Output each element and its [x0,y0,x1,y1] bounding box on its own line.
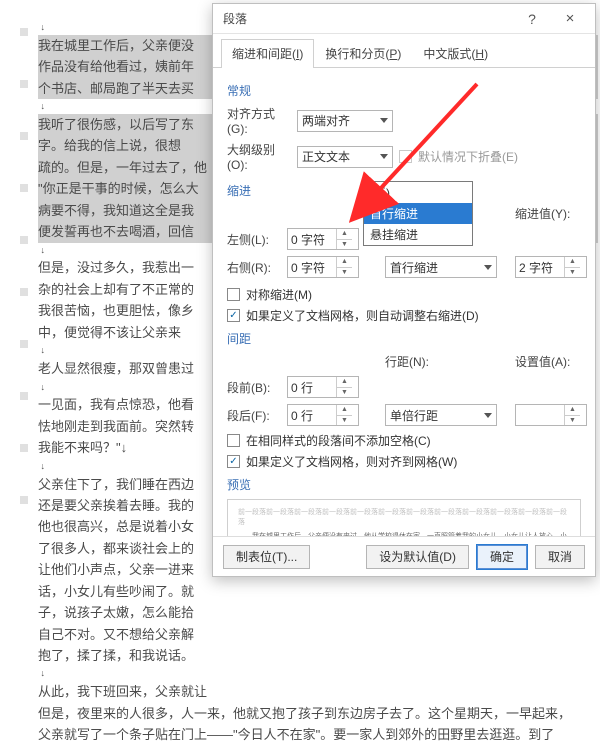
left-indent-label: 左侧(L): [227,231,283,248]
indent-by-input[interactable]: ▲▼ [515,256,587,278]
spinner-icon[interactable]: ▲▼ [336,229,352,249]
spinner-icon[interactable]: ▲▼ [564,257,580,277]
grid-indent-checkbox[interactable] [227,309,240,322]
after-input[interactable]: ▲▼ [287,404,359,426]
group-preview: 预览 [227,476,581,493]
spinner-icon[interactable]: ▲▼ [564,405,580,425]
dialog-title: 段落 [223,10,513,27]
right-indent-input[interactable]: ▲▼ [287,256,359,278]
group-general: 常规 [227,82,581,99]
spinner-icon[interactable]: ▲▼ [336,257,352,277]
set-default-button[interactable]: 设为默认值(D) [366,545,469,569]
by-label: 缩进值(Y): [515,205,593,222]
dropdown-option-none[interactable]: (无) [364,182,472,203]
chevron-down-icon [380,154,388,159]
chevron-down-icon [484,265,492,270]
outline-label: 大纲级别(O): [227,141,291,172]
line-spacing-select[interactable]: 单倍行距 [385,404,497,426]
outline-select[interactable]: 正文文本 [297,146,393,168]
chevron-down-icon [380,118,388,123]
snap-grid-label: 如果定义了文档网格，则对齐到网格(W) [246,453,457,470]
before-input[interactable]: ▲▼ [287,376,359,398]
tab-asian-typography[interactable]: 中文版式(H) [412,39,499,68]
mirror-indent-checkbox[interactable] [227,288,240,301]
before-label: 段前(B): [227,379,283,396]
collapse-label: 默认情况下折叠(E) [418,148,518,165]
help-button[interactable]: ? [513,5,551,33]
line-spacing-label: 行距(N): [385,353,495,370]
close-button[interactable]: × [551,5,589,33]
at-label: 设置值(A): [515,353,593,370]
paragraph-dialog: 段落 ? × 缩进和间距(I) 换行和分页(P) 中文版式(H) 常规 对齐方式… [212,3,596,577]
chevron-down-icon [484,413,492,418]
spinner-icon[interactable]: ▲▼ [336,405,352,425]
collapse-checkbox [399,150,412,163]
dropdown-option-hanging[interactable]: 悬挂缩进 [364,224,472,245]
after-label: 段后(F): [227,407,283,424]
mirror-indent-label: 对称缩进(M) [246,286,312,303]
tab-line-page-breaks[interactable]: 换行和分页(P) [314,39,412,68]
alignment-select[interactable]: 两端对齐 [297,110,393,132]
spinner-icon[interactable]: ▲▼ [336,377,352,397]
special-indent-select[interactable]: 首行缩进 [385,256,497,278]
dialog-tabs: 缩进和间距(I) 换行和分页(P) 中文版式(H) [213,34,595,68]
snap-grid-checkbox[interactable] [227,455,240,468]
no-space-same-style-checkbox[interactable] [227,434,240,447]
alignment-label: 对齐方式(G): [227,105,291,136]
dialog-titlebar: 段落 ? × [213,4,595,34]
group-spacing: 间距 [227,330,581,347]
no-space-same-style-label: 在相同样式的段落间不添加空格(C) [246,432,431,449]
tabs-button[interactable]: 制表位(T)... [223,545,310,569]
at-input[interactable]: ▲▼ [515,404,587,426]
grid-indent-label: 如果定义了文档网格，则自动调整右缩进(D) [246,307,479,324]
cancel-button[interactable]: 取消 [535,545,585,569]
preview-box: 前一段落前一段落前一段落前一段落前一段落前一段落前一段落前一段落前一段落前一段落… [227,499,581,536]
ok-button[interactable]: 确定 [477,545,527,569]
tab-indent-spacing[interactable]: 缩进和间距(I) [221,39,314,68]
left-indent-input[interactable]: ▲▼ [287,228,359,250]
dialog-footer: 制表位(T)... 设为默认值(D) 确定 取消 [213,536,595,576]
right-indent-label: 右侧(R): [227,259,283,276]
dropdown-option-first-line[interactable]: 首行缩进 [364,203,472,224]
special-indent-dropdown[interactable]: (无) 首行缩进 悬挂缩进 [363,181,473,246]
dialog-body: 常规 对齐方式(G): 两端对齐 大纲级别(O): 正文文本 默认情况下折叠(E… [213,68,595,536]
